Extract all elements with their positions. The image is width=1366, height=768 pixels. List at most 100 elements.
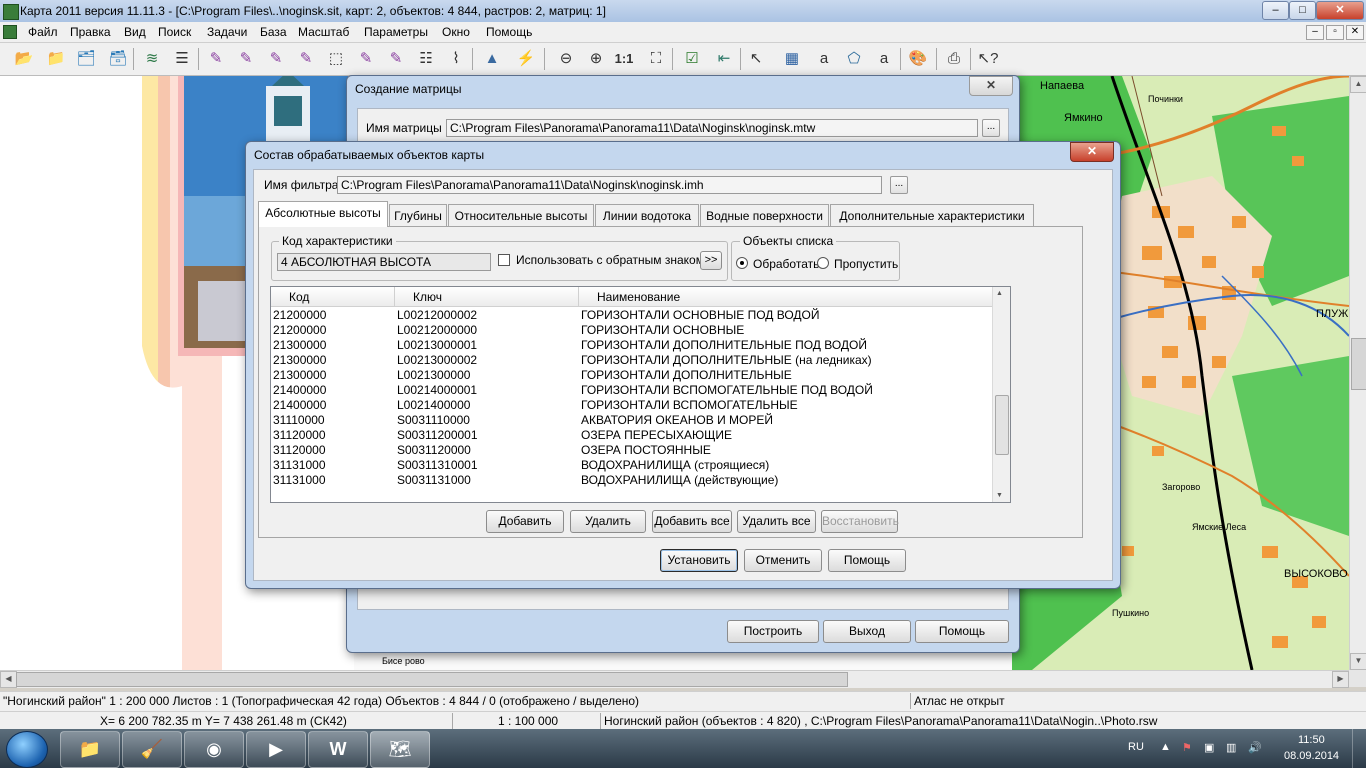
mdi-minimize-button[interactable]: – [1306, 25, 1324, 40]
lightning-icon[interactable]: ⚡ [514, 47, 538, 71]
table-row[interactable]: 31120000 S00311200001 ОЗЕРА ПЕРЕСЫХАЮЩИЕ [271, 428, 994, 443]
table-row[interactable]: 21200000 L00212000002 ГОРИЗОНТАЛИ ОСНОВНЫЕ… [271, 308, 994, 323]
set-button[interactable]: Установить [660, 549, 738, 572]
tab-depths[interactable]: Глубины [389, 204, 447, 226]
table-row[interactable]: 21200000 L00212000000 ГОРИЗОНТАЛИ ОСНОВНЫЕ [271, 323, 994, 338]
table-row[interactable]: 31131000 S00311310001 ВОДОХРАНИЛИЩА (строя… [271, 458, 994, 473]
scroll-up-arrow-icon[interactable]: ▲ [996, 290, 1003, 297]
map-vertical-scrollbar[interactable]: ▲ ▼ [1349, 76, 1366, 670]
table-row[interactable]: 31120000 S0031120000 ОЗЕРА ПОСТОЯННЫЕ [271, 443, 994, 458]
polygon-icon[interactable]: ⬠ [842, 47, 866, 71]
reverse-sign-checkbox[interactable] [498, 254, 510, 266]
table-row[interactable]: 31131000 S0031131000 ВОДОХРАНИЛИЩА (действ… [271, 473, 994, 488]
menu-view[interactable]: Вид [124, 25, 146, 39]
build-button[interactable]: Построить [727, 620, 819, 643]
context-help-icon[interactable]: ↖? [976, 47, 1000, 71]
scroll-thumb[interactable] [1351, 338, 1366, 390]
zoom-out-icon[interactable]: ⊖ [554, 47, 578, 71]
select-line-icon[interactable]: ✎ [294, 47, 318, 71]
relief-icon[interactable]: ▲ [480, 47, 504, 71]
menu-scale[interactable]: Масштаб [298, 25, 349, 39]
tab-additional-characteristics[interactable]: Дополнительные характеристики [830, 204, 1034, 226]
tab-watercourse-lines[interactable]: Линии водотока [595, 204, 699, 226]
language-indicator[interactable]: RU [1128, 741, 1144, 753]
text-edit-icon[interactable]: a [872, 47, 896, 71]
text-label-icon[interactable]: a [812, 47, 836, 71]
zoom-one-to-one-icon[interactable]: 1:1 [612, 47, 636, 71]
menu-file[interactable]: Файл [28, 25, 58, 39]
minimize-button[interactable]: – [1262, 1, 1289, 20]
filter-name-field[interactable]: C:\Program Files\Panorama\Panorama11\Dat… [337, 176, 882, 194]
table-row[interactable]: 31110000 S0031110000 АКВАТОРИЯ ОКЕАНОВ И М… [271, 413, 994, 428]
objects-list[interactable]: Код Ключ Наименование 21200000 L002120000… [270, 286, 1011, 503]
column-header-name[interactable]: Наименование [579, 287, 994, 307]
select-tool-icon[interactable]: ✎ [204, 47, 228, 71]
zoom-in-icon[interactable]: ⊕ [584, 47, 608, 71]
close-button[interactable]: ✕ [1316, 1, 1364, 20]
table-row[interactable]: 21300000 L00213000002 ГОРИЗОНТАЛИ ДОПОЛНИТ… [271, 353, 994, 368]
table-icon[interactable]: ▦ [780, 47, 804, 71]
scroll-right-arrow-icon[interactable]: ▶ [1332, 671, 1349, 688]
ccleaner-icon[interactable]: 🧹 [122, 731, 182, 768]
print-icon[interactable]: ⎙ [942, 47, 966, 71]
tray-volume-icon[interactable]: 🔊 [1248, 741, 1262, 754]
column-header-code[interactable]: Код [271, 287, 395, 307]
menu-window[interactable]: Окно [442, 25, 470, 39]
maximize-button[interactable]: □ [1289, 1, 1316, 20]
mdi-restore-button[interactable]: ▫ [1326, 25, 1344, 40]
delete-all-button[interactable]: Удалить все [737, 510, 816, 533]
table-row[interactable]: 21400000 L00214000001 ГОРИЗОНТАЛИ ВСПОМОГА… [271, 383, 994, 398]
open-folder-icon[interactable]: 📂 [12, 47, 36, 71]
tray-app-icon[interactable]: ▣ [1204, 741, 1214, 754]
layers-icon[interactable]: ≋ [140, 47, 164, 71]
pointer-icon[interactable]: ↖ [744, 47, 768, 71]
cancel-button[interactable]: Отменить [744, 549, 822, 572]
select-filter-icon[interactable]: ✎ [384, 47, 408, 71]
tray-arrow-icon[interactable]: ▲ [1160, 741, 1171, 753]
filter-browse-button[interactable]: ... [890, 176, 908, 194]
radio-skip[interactable] [817, 257, 829, 269]
exit-button[interactable]: Выход [823, 620, 911, 643]
media-player-icon[interactable]: ▶ [246, 731, 306, 768]
clock-date[interactable]: 08.09.2014 [1284, 750, 1339, 762]
menu-tasks[interactable]: Задачи [207, 25, 247, 39]
open-map-icon[interactable]: 📁 [44, 47, 68, 71]
scroll-up-arrow-icon[interactable]: ▲ [1350, 76, 1366, 93]
scroll-down-arrow-icon[interactable]: ▼ [996, 492, 1003, 499]
table-row[interactable]: 21400000 L0021400000 ГОРИЗОНТАЛИ ВСПОМОГАТ… [271, 398, 994, 413]
select-text-icon[interactable]: ✎ [234, 47, 258, 71]
close-icon[interactable]: ✕ [969, 76, 1013, 96]
show-desktop-button[interactable] [1352, 729, 1366, 768]
menu-help[interactable]: Помощь [486, 25, 532, 39]
close-icon[interactable]: ✕ [1070, 142, 1114, 162]
radio-process[interactable] [736, 257, 748, 269]
help-button[interactable]: Помощь [828, 549, 906, 572]
select-add-icon[interactable]: ✎ [354, 47, 378, 71]
scroll-thumb[interactable] [16, 672, 848, 687]
map-horizontal-scrollbar[interactable]: ◀ ▶ [0, 670, 1349, 688]
scroll-thumb[interactable] [995, 395, 1009, 455]
filter-icon[interactable]: ⌇ [444, 47, 468, 71]
back-icon[interactable]: ⇤ [712, 47, 736, 71]
palette-icon[interactable]: 🎨 [906, 47, 930, 71]
check-icon[interactable]: ☑ [680, 47, 704, 71]
menu-base[interactable]: База [260, 25, 287, 39]
tab-absolute-heights[interactable]: Абсолютные высоты [258, 201, 388, 227]
tray-network-icon[interactable]: ▥ [1226, 741, 1236, 754]
add-button[interactable]: Добавить [486, 510, 564, 533]
column-header-key[interactable]: Ключ [395, 287, 579, 307]
list-icon[interactable]: ☰ [170, 47, 194, 71]
panorama-map-icon[interactable]: 🗺 [370, 731, 430, 768]
add-data-icon[interactable]: 🗃 [106, 47, 130, 71]
menu-search[interactable]: Поиск [158, 25, 191, 39]
select-area-icon[interactable]: ✎ [264, 47, 288, 71]
table-row[interactable]: 21300000 L00213000001 ГОРИЗОНТАЛИ ДОПОЛНИТ… [271, 338, 994, 353]
scroll-left-arrow-icon[interactable]: ◀ [0, 671, 17, 688]
add-all-button[interactable]: Добавить все [652, 510, 732, 533]
object-list-icon[interactable]: ☷ [414, 47, 438, 71]
clock-time[interactable]: 11:50 [1298, 734, 1325, 746]
chrome-icon[interactable]: ◉ [184, 731, 244, 768]
matrix-browse-button[interactable]: ... [982, 119, 1000, 137]
word-icon[interactable]: W [308, 731, 368, 768]
list-vertical-scrollbar[interactable]: ▲ ▼ [992, 287, 1010, 502]
